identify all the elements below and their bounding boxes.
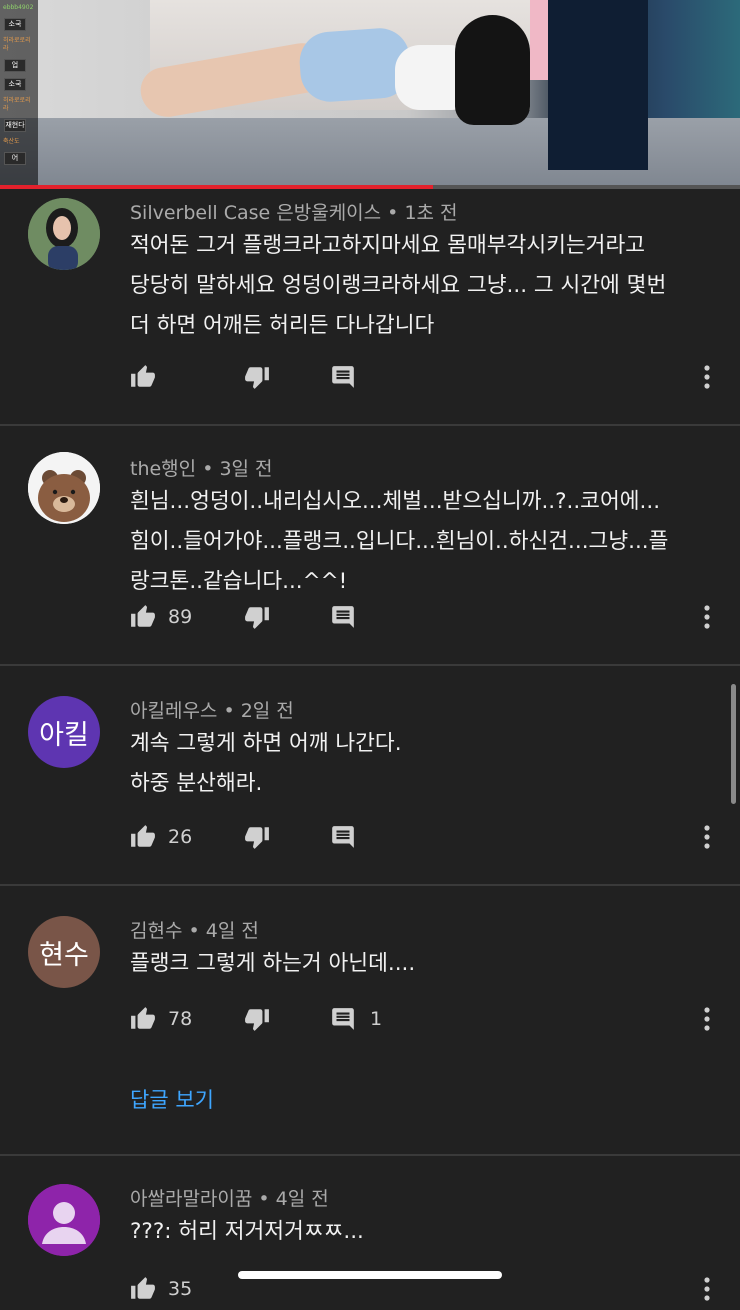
like-icon (131, 1007, 155, 1029)
like-count: 89 (168, 606, 193, 628)
comment-actions: 35 (0, 1276, 740, 1310)
dislike-button[interactable] (244, 364, 270, 390)
divider (0, 424, 740, 426)
comment-time[interactable]: 4일 전 (206, 920, 259, 942)
like-count: 35 (168, 1278, 193, 1300)
bear-avatar-icon (28, 452, 100, 524)
comment-author[interactable]: 아쌀라말라이꿈 (130, 1188, 252, 1210)
comment-actions: 78 1 (0, 1006, 740, 1040)
dislike-icon (245, 607, 269, 629)
reply-button[interactable] (330, 604, 370, 630)
video-person-hair (455, 15, 530, 125)
comment-time[interactable]: 4일 전 (276, 1188, 329, 1210)
more-vert-icon (704, 1277, 710, 1301)
reply-icon (332, 366, 354, 388)
video-player[interactable]: ebbb4902 소국 히라로로리라 업 소국 히라로로리라 재현다 축산도 어 (0, 0, 740, 188)
comment-text: 계속 그렇게 하면 어깨 나간다. 하중 분산해라. (130, 731, 402, 796)
like-icon (131, 825, 155, 847)
comment-meta: 아킬레우스 • 2일 전 (130, 700, 294, 722)
chat-item: 재현다 (4, 119, 26, 132)
more-vert-icon (704, 825, 710, 849)
comment-actions: 26 (0, 824, 740, 858)
like-button[interactable]: 35 (130, 1276, 192, 1302)
comment-author[interactable]: 아킬레우스 (130, 700, 217, 722)
comment-meta: the행인 • 3일 전 (130, 458, 273, 480)
like-icon (131, 1277, 155, 1299)
comment-text: 흰님...엉덩이..내리십시오...체벌...받으십니까..?..코어에... … (130, 489, 669, 594)
chat-item: 어 (4, 152, 26, 165)
like-icon (131, 365, 155, 387)
video-progress-fill (0, 185, 433, 189)
avatar[interactable]: 현수 (28, 916, 100, 988)
like-count: 78 (168, 1008, 193, 1030)
video-curtain (548, 0, 648, 170)
chat-item: ebbb4902 (3, 4, 34, 11)
comment-actions (0, 364, 740, 398)
like-button[interactable]: 89 (130, 604, 192, 630)
comment-time[interactable]: 2일 전 (241, 700, 294, 722)
divider (0, 664, 740, 666)
comment-meta: Silverbell Case 은방울케이스 • 1초 전 (130, 202, 458, 224)
comment-text: ???: 허리 저거저거ㅉㅉ... (130, 1219, 364, 1244)
comment-meta: 김현수 • 4일 전 (130, 920, 259, 942)
reply-button[interactable] (330, 364, 370, 390)
more-button[interactable] (700, 364, 714, 390)
view-replies-link[interactable]: 답글 보기 (130, 1084, 214, 1114)
dislike-icon (245, 1009, 269, 1031)
more-vert-icon (704, 365, 710, 389)
scrollbar[interactable] (731, 684, 736, 804)
video-chat-overlay: ebbb4902 소국 히라로로리라 업 소국 히라로로리라 재현다 축산도 어 (0, 0, 38, 188)
like-count: 26 (168, 826, 193, 848)
avatar[interactable] (28, 198, 100, 270)
like-icon (131, 605, 155, 627)
divider (0, 1154, 740, 1156)
comment-actions: 89 (0, 604, 740, 638)
reply-button[interactable]: 1 (330, 1006, 382, 1032)
like-button[interactable]: 78 (130, 1006, 192, 1032)
reply-icon (332, 1008, 354, 1030)
divider (0, 884, 740, 886)
like-button[interactable] (130, 364, 168, 390)
comment-text: 플랭크 그렇게 하는거 아닌데.... (130, 951, 416, 976)
dislike-button[interactable] (244, 604, 270, 630)
avatar-initials: 아킬 (39, 719, 89, 751)
more-vert-icon (704, 1007, 710, 1031)
avatar[interactable] (28, 452, 100, 524)
reply-count: 1 (370, 1008, 383, 1030)
chat-item: 히라로로리라 (3, 37, 31, 52)
more-button[interactable] (700, 824, 714, 850)
chat-item: 축산도 (3, 138, 20, 145)
dislike-icon (245, 367, 269, 389)
home-indicator[interactable] (238, 1271, 502, 1279)
comment-author[interactable]: the행인 (130, 458, 196, 480)
comment-time[interactable]: 3일 전 (219, 458, 272, 480)
dislike-button[interactable] (244, 824, 270, 850)
more-button[interactable] (700, 1006, 714, 1032)
like-button[interactable]: 26 (130, 824, 192, 850)
dislike-icon (245, 827, 269, 849)
avatar[interactable] (28, 1184, 100, 1256)
comment-text: 적어돈 그거 플랭크라고하지마세요 몸매부각시키는거라고 당당히 말하세요 엉덩… (130, 233, 667, 338)
default-person-icon (28, 1184, 100, 1256)
chat-item: 소국 (4, 78, 26, 91)
avatar-initials: 현수 (39, 939, 89, 971)
chat-item: 히라로로리라 (3, 97, 31, 112)
reply-icon (332, 606, 354, 628)
avatar[interactable]: 아킬 (28, 696, 100, 768)
comment-meta: 아쌀라말라이꿈 • 4일 전 (130, 1188, 329, 1210)
comment-author[interactable]: Silverbell Case 은방울케이스 (130, 202, 381, 224)
more-button[interactable] (700, 1276, 714, 1302)
reply-button[interactable] (330, 824, 370, 850)
chat-item: 업 (4, 59, 26, 72)
avatar-photo-icon (28, 198, 100, 270)
more-button[interactable] (700, 604, 714, 630)
comment-author[interactable]: 김현수 (130, 920, 182, 942)
reply-icon (332, 826, 354, 848)
dislike-button[interactable] (244, 1006, 270, 1032)
more-vert-icon (704, 605, 710, 629)
chat-item: 소국 (4, 18, 26, 31)
comment-time[interactable]: 1초 전 (404, 202, 457, 224)
